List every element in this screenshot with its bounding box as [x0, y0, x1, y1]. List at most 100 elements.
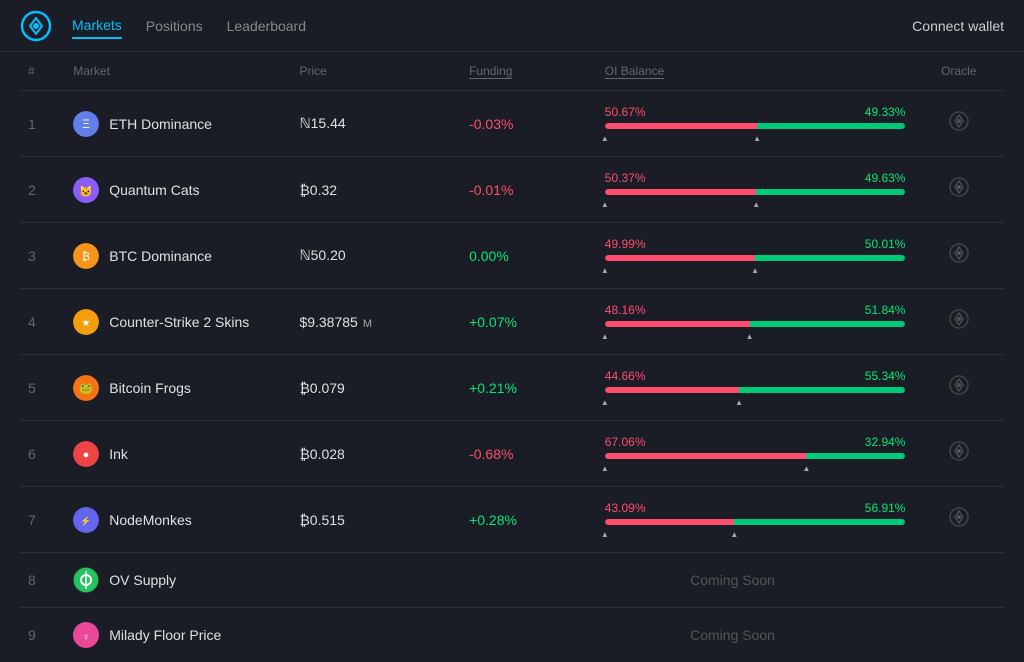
row-market: ♀Milady Floor Price — [65, 608, 291, 662]
table-row[interactable]: 5🐸Bitcoin Frogs₿0.079+0.21% 44.66% 55.34… — [20, 355, 1004, 421]
oi-bar-long — [605, 123, 757, 129]
oi-bar-long — [605, 519, 735, 525]
svg-text:🐸: 🐸 — [79, 382, 93, 395]
oi-bar-short — [806, 453, 905, 459]
row-num: 2 — [20, 157, 65, 223]
table-row[interactable]: 7⚡NodeMonkes₿0.515+0.28% 43.09% 56.91% ▲ — [20, 487, 1004, 553]
oi-labels: 67.06% 32.94% — [605, 435, 906, 449]
svg-text:♀: ♀ — [82, 632, 90, 643]
market-name-label: OV Supply — [109, 572, 176, 588]
col-header-price: Price — [291, 52, 461, 91]
market-icon: Ξ — [73, 111, 99, 137]
svg-text:₿: ₿ — [82, 251, 90, 263]
logo-icon[interactable] — [20, 10, 52, 42]
coming-soon-label: Coming Soon — [461, 608, 1004, 662]
row-funding: +0.07% — [461, 289, 597, 355]
oi-container: 50.67% 49.33% ▲ — [605, 105, 906, 142]
oi-labels: 50.37% 49.63% — [605, 171, 906, 185]
col-header-oracle: Oracle — [913, 52, 1004, 91]
row-oi: 50.67% 49.33% ▲ — [597, 91, 914, 157]
oi-container: 49.99% 50.01% ▲ — [605, 237, 906, 274]
oi-container: 43.09% 56.91% ▲ — [605, 501, 906, 538]
oracle-icon — [921, 374, 996, 401]
oracle-icon — [921, 176, 996, 203]
oi-marker: ▲ — [605, 266, 906, 274]
main-nav: Markets Positions Leaderboard — [72, 13, 306, 39]
row-num: 4 — [20, 289, 65, 355]
col-header-funding[interactable]: Funding — [461, 52, 597, 91]
row-funding: +0.28% — [461, 487, 597, 553]
oi-container: 48.16% 51.84% ▲ — [605, 303, 906, 340]
oi-long-label: 44.66% — [605, 369, 646, 383]
oi-marker: ▲ — [605, 332, 906, 340]
table-row[interactable]: 9♀Milady Floor Price Coming Soon — [20, 608, 1004, 662]
connect-wallet-button[interactable]: Connect wallet — [912, 18, 1004, 34]
market-name-label: Bitcoin Frogs — [109, 380, 191, 396]
price-value: ₿0.028 — [299, 446, 344, 462]
row-num: 3 — [20, 223, 65, 289]
oi-labels: 49.99% 50.01% — [605, 237, 906, 251]
svg-text:🐱: 🐱 — [79, 185, 93, 198]
row-price: ℕ15.44 — [291, 91, 461, 157]
oi-long-label: 67.06% — [605, 435, 646, 449]
nav-leaderboard[interactable]: Leaderboard — [227, 14, 306, 38]
market-name-label: Quantum Cats — [109, 182, 199, 198]
funding-value: -0.03% — [469, 116, 513, 132]
market-icon: ₿ — [73, 243, 99, 269]
oi-labels: 48.16% 51.84% — [605, 303, 906, 317]
oi-bar — [605, 189, 906, 195]
oi-marker: ▲ — [605, 134, 906, 142]
row-market: ★Counter-Strike 2 Skins — [65, 289, 291, 355]
row-price: ₿0.32 — [291, 157, 461, 223]
nav-positions[interactable]: Positions — [146, 14, 203, 38]
header: Markets Positions Leaderboard Connect wa… — [0, 0, 1024, 52]
oi-bar — [605, 519, 906, 525]
row-num: 9 — [20, 608, 65, 662]
market-icon: 🐸 — [73, 375, 99, 401]
oracle-icon — [921, 110, 996, 137]
row-oi: 49.99% 50.01% ▲ — [597, 223, 914, 289]
funding-value: -0.68% — [469, 446, 513, 462]
col-header-oi[interactable]: OI Balance — [597, 52, 914, 91]
row-num: 1 — [20, 91, 65, 157]
oi-bar — [605, 453, 906, 459]
row-num: 7 — [20, 487, 65, 553]
oi-bar — [605, 321, 906, 327]
row-oracle — [913, 223, 1004, 289]
table-row[interactable]: 4★Counter-Strike 2 Skins$9.38785 M+0.07%… — [20, 289, 1004, 355]
row-oracle — [913, 355, 1004, 421]
oracle-icon — [921, 308, 996, 335]
table-row[interactable]: 3₿BTC Dominanceℕ50.200.00% 49.99% 50.01%… — [20, 223, 1004, 289]
oi-short-label: 49.33% — [865, 105, 906, 119]
price-value: ₿0.515 — [299, 512, 344, 528]
row-price: ℕ50.20 — [291, 223, 461, 289]
row-oi: 43.09% 56.91% ▲ — [597, 487, 914, 553]
table-row[interactable]: 1Ξ ETH Dominance ℕ15.44 -0.03% 50.67% 49.33… — [20, 91, 1004, 157]
funding-value: 0.00% — [469, 248, 509, 264]
oi-container: 50.37% 49.63% ▲ — [605, 171, 906, 208]
oracle-icon — [921, 242, 996, 269]
oi-bar-short — [739, 387, 905, 393]
oi-bar — [605, 387, 906, 393]
row-funding: -0.01% — [461, 157, 597, 223]
row-oracle — [913, 157, 1004, 223]
market-name-label: ETH Dominance — [109, 116, 212, 132]
row-price — [291, 553, 461, 608]
price-value: ₿0.32 — [299, 182, 337, 198]
oi-bar — [605, 123, 906, 129]
market-icon: ★ — [73, 309, 99, 335]
table-row[interactable]: 2 🐱 Quantum Cats ₿0.32 -0.01% 50.37% 49.63% … — [20, 157, 1004, 223]
table-header: # Market Price Funding OI Balance Oracle — [20, 52, 1004, 91]
row-market: 🐸 Bitcoin Frogs — [65, 355, 291, 421]
table-row[interactable]: 8OV SupplyComing Soon — [20, 553, 1004, 608]
row-oracle — [913, 289, 1004, 355]
row-oi: 50.37% 49.63% ▲ — [597, 157, 914, 223]
table-row[interactable]: 6●Ink₿0.028-0.68% 67.06% 32.94% ▲ — [20, 421, 1004, 487]
nav-markets[interactable]: Markets — [72, 13, 122, 39]
svg-text:●: ● — [83, 449, 90, 461]
row-price: ₿0.515 — [291, 487, 461, 553]
oi-marker: ▲ — [605, 200, 906, 208]
oi-long-label: 48.16% — [605, 303, 646, 317]
oi-marker: ▲ — [605, 464, 906, 472]
oi-bar-long — [605, 255, 755, 261]
